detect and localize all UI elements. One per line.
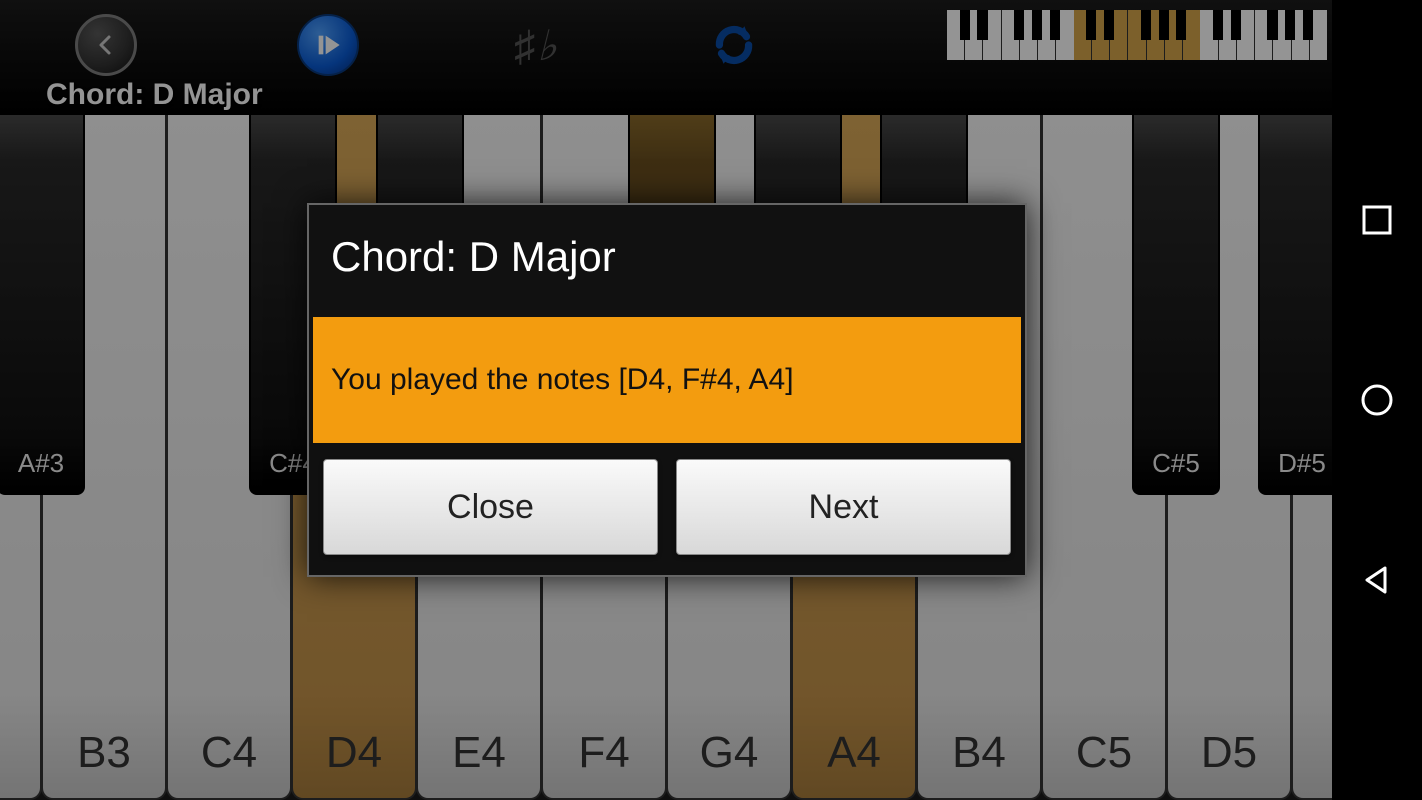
square-icon bbox=[1359, 202, 1395, 238]
dialog-title: Chord: D Major bbox=[309, 205, 1025, 317]
close-button[interactable]: Close bbox=[323, 459, 658, 555]
back-nav-button[interactable] bbox=[1359, 562, 1395, 598]
next-button[interactable]: Next bbox=[676, 459, 1011, 555]
recent-apps-button[interactable] bbox=[1359, 202, 1395, 238]
circle-icon bbox=[1359, 382, 1395, 418]
android-nav-bar bbox=[1332, 0, 1422, 800]
app-area: B3C4D4E4F4G4A4B4C5D5 A#3C#4D#4F#4G#4A#4C… bbox=[0, 0, 1332, 800]
dialog-buttons: Close Next bbox=[309, 443, 1025, 575]
triangle-back-icon bbox=[1359, 562, 1395, 598]
home-button[interactable] bbox=[1359, 382, 1395, 418]
result-dialog: Chord: D Major You played the notes [D4,… bbox=[307, 203, 1027, 577]
dialog-message: You played the notes [D4, F#4, A4] bbox=[313, 317, 1021, 443]
